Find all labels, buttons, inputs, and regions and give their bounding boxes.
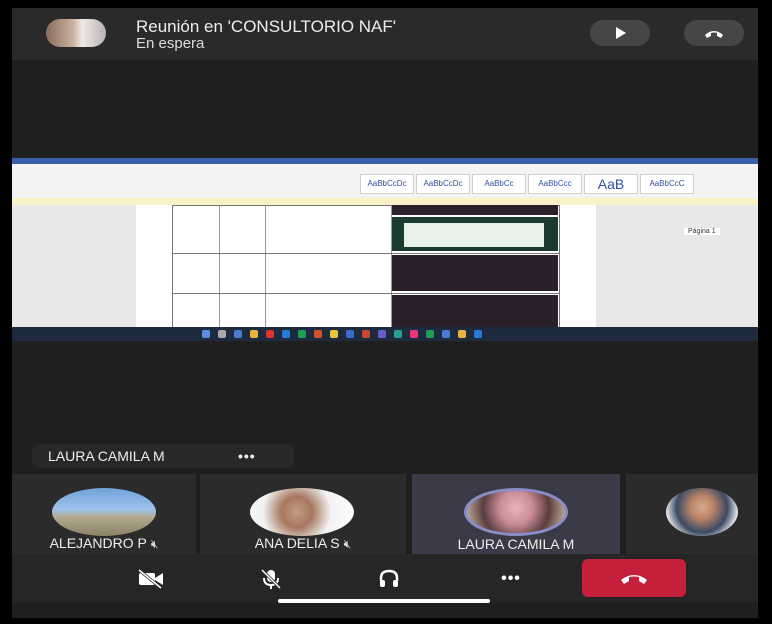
document-table (172, 205, 560, 327)
audio-device-button[interactable] (374, 568, 404, 590)
style-preset: AaBbCcc (528, 174, 582, 194)
shared-screen: AaBbCcDc AaBbCcDc AaBbCc AaBbCcc AaB AaB… (12, 158, 758, 341)
video-off-icon (138, 569, 163, 589)
participant-tile[interactable]: ALEJANDRO P 🔇︎ (12, 474, 196, 554)
headset-icon (379, 569, 399, 587)
participant-tile[interactable]: ANA DELIA S 🔇︎ (200, 474, 406, 554)
active-speaker-label[interactable]: LAURA CAMILA M ••• (32, 444, 294, 468)
participant-tile[interactable] (626, 474, 758, 554)
mic-toggle-button[interactable] (256, 568, 286, 590)
hang-up-icon (621, 575, 647, 584)
style-preset: AaB (584, 174, 638, 194)
hang-up-icon (705, 31, 723, 38)
style-preset: AaBbCcDc (360, 174, 414, 194)
participant-avatar (666, 488, 738, 536)
style-preset: AaBbCc (472, 174, 526, 194)
participant-avatar (52, 488, 156, 536)
home-indicator[interactable] (278, 599, 490, 603)
participant-name-row: ANA DELIA S 🔇︎ (200, 535, 406, 552)
participant-name: ANA DELIA S (254, 535, 340, 551)
participant-avatar (464, 488, 568, 536)
meeting-title: Reunión en 'CONSULTORIO NAF' (136, 17, 397, 36)
meeting-avatar (46, 19, 106, 47)
teams-mobile-call-screen: Reunión en 'CONSULTORIO NAF' En espera A… (12, 8, 758, 618)
word-ribbon: AaBbCcDc AaBbCcDc AaBbCc AaBbCcc AaB AaB… (12, 164, 758, 199)
style-preset: AaBbCcDc (416, 174, 470, 194)
page-indicator: Página 1 (684, 228, 720, 235)
camera-toggle-button[interactable] (136, 568, 166, 590)
play-icon (616, 27, 626, 39)
participant-strip: ALEJANDRO P 🔇︎ ANA DELIA S 🔇︎ LAURA CAMILA… (12, 474, 758, 554)
end-call-button[interactable] (582, 559, 686, 597)
evidence-thumbnail (392, 255, 558, 291)
header-hang-up-button[interactable] (684, 20, 744, 46)
evidence-thumbnail (392, 295, 558, 327)
participant-tile-active[interactable]: LAURA CAMILA M (412, 474, 620, 554)
evidence-thumbnail (392, 205, 558, 215)
resume-button[interactable] (590, 20, 650, 46)
participant-name-row: ALEJANDRO P 🔇︎ (12, 535, 196, 552)
more-button[interactable]: ••• (496, 568, 526, 590)
call-status: En espera (136, 35, 205, 52)
message-bar (12, 198, 758, 205)
participant-avatar (250, 488, 354, 536)
style-preset: AaBbCcC (640, 174, 694, 194)
participant-name: ALEJANDRO P (49, 535, 147, 551)
mic-off-icon (260, 568, 282, 590)
evidence-thumbnail (392, 217, 558, 251)
more-options-icon[interactable]: ••• (238, 444, 256, 468)
active-speaker-name: LAURA CAMILA M (48, 448, 165, 464)
mic-off-icon: 🔇︎ (343, 537, 352, 551)
windows-taskbar (12, 327, 758, 341)
call-controls: ••• (12, 554, 758, 602)
mic-off-icon: 🔇︎ (150, 537, 159, 551)
call-header: Reunión en 'CONSULTORIO NAF' En espera (12, 8, 758, 60)
participant-name: LAURA CAMILA M (457, 536, 575, 552)
